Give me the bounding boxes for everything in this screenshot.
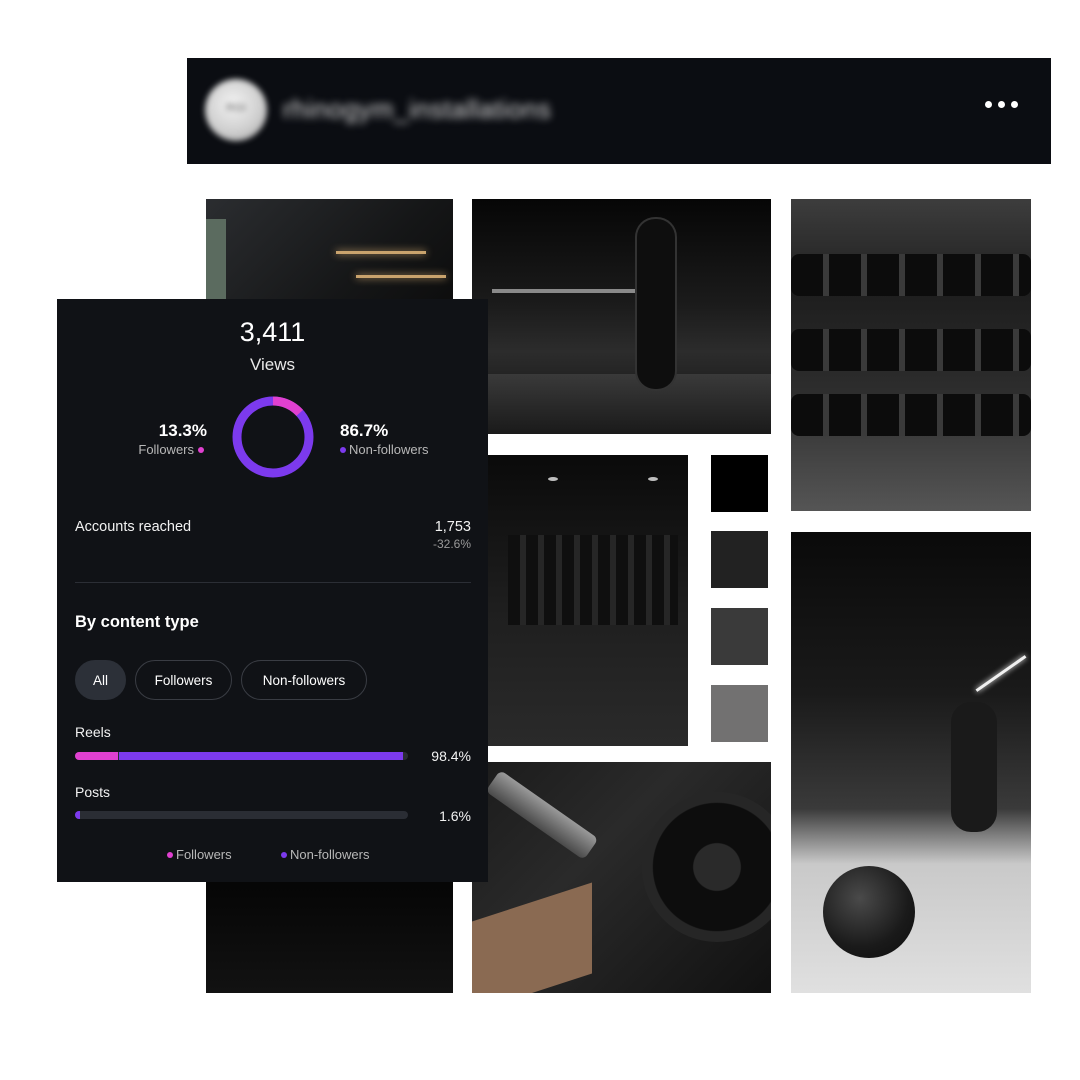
feed-image-barbell-plates[interactable]: [472, 762, 771, 993]
legend-non-followers: Non-followers: [281, 847, 369, 862]
divider: [75, 582, 471, 583]
reels-label: Reels: [75, 724, 111, 740]
color-swatch-charcoal: [711, 608, 768, 665]
views-donut-chart: [232, 396, 314, 478]
accounts-reached-change: -32.6%: [432, 537, 471, 551]
accounts-reached-label: Accounts reached: [75, 519, 192, 535]
color-swatch-dark-gray: [711, 531, 768, 588]
non-followers-percentage: 86.7%: [340, 421, 389, 440]
feed-image-medicine-ball[interactable]: [791, 532, 1031, 993]
reels-percentage: 98.4%: [431, 748, 471, 764]
avatar-text: RGI: [226, 102, 246, 114]
insights-card: 3,411 Views 13.3% Followers 86.7% Non-fo…: [57, 299, 488, 882]
accounts-reached-value: 1,753: [434, 519, 471, 535]
legend-followers: Followers: [167, 847, 232, 862]
filter-followers-button[interactable]: Followers: [135, 660, 232, 700]
posts-bar-non-followers: [75, 811, 81, 819]
reels-bar-followers: [75, 752, 119, 760]
filter-all-button[interactable]: All: [75, 660, 126, 700]
non-followers-legend-label: Non-followers: [340, 442, 428, 457]
color-swatch-black: [711, 455, 768, 512]
profile-username[interactable]: rhinogym_installations: [283, 94, 551, 125]
feed-image-weight-plates[interactable]: [791, 199, 1031, 511]
posts-percentage: 1.6%: [439, 808, 471, 824]
feed-image-dark[interactable]: [206, 876, 453, 993]
reels-bar-non-followers: [119, 752, 403, 760]
profile-avatar[interactable]: RGI: [205, 79, 267, 141]
color-swatch-gray: [711, 685, 768, 742]
followers-legend-label: Followers: [97, 442, 207, 457]
filter-non-followers-button[interactable]: Non-followers: [241, 660, 367, 700]
views-label: Views: [249, 355, 296, 374]
more-options-icon[interactable]: [985, 94, 1021, 114]
views-count: 3,411: [239, 317, 306, 347]
content-type-title: By content type: [75, 613, 199, 631]
reels-bar: [75, 752, 408, 760]
posts-label: Posts: [75, 784, 111, 800]
feed-image-gym-floor[interactable]: [488, 455, 688, 746]
followers-percentage: 13.3%: [158, 421, 207, 440]
feed-image-boxing-bag[interactable]: [472, 199, 771, 434]
posts-bar: [75, 811, 408, 819]
